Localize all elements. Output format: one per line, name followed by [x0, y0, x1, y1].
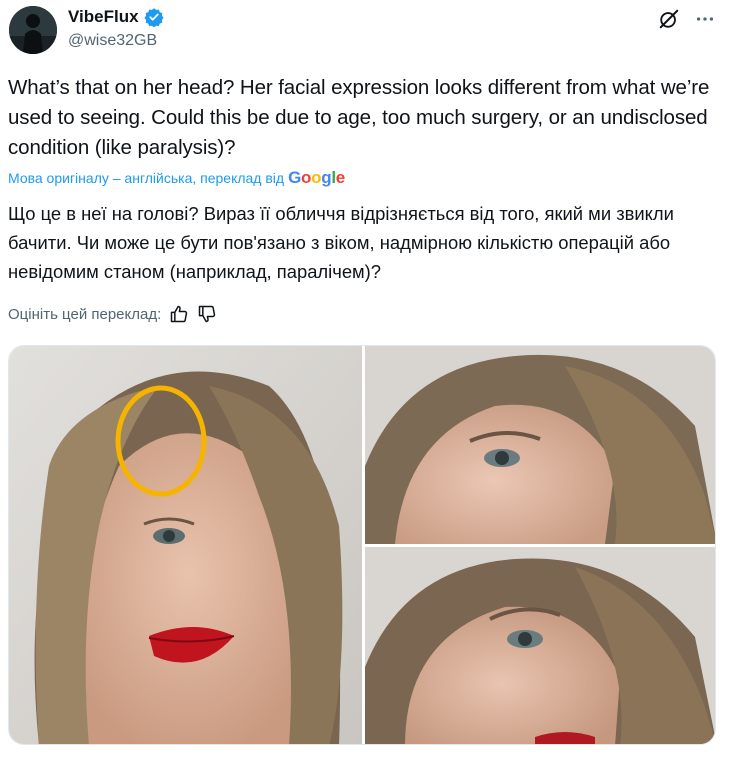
tweet-header: VibeFlux @wise32GB: [0, 0, 729, 64]
verified-badge-icon: [143, 8, 164, 27]
author-name-row[interactable]: VibeFlux: [68, 7, 164, 27]
thumbs-down-icon[interactable]: [197, 304, 217, 324]
tweet-image-3[interactable]: [365, 547, 715, 744]
rate-translation-row: Оцініть цей переклад:: [8, 304, 217, 324]
tweet-image-1[interactable]: [9, 346, 362, 744]
author-handle[interactable]: @wise32GB: [68, 32, 157, 50]
rate-translation-label: Оцініть цей переклад:: [8, 305, 162, 323]
translation-note-text[interactable]: Мова оригіналу – англійська, переклад ві…: [8, 170, 284, 186]
grok-icon[interactable]: [658, 8, 680, 30]
thumbs-up-icon[interactable]: [169, 304, 189, 324]
tweet-image-2[interactable]: [365, 346, 715, 544]
media-grid: [8, 345, 716, 745]
tweet-text: What’s that on her head? Her facial expr…: [8, 76, 710, 159]
translation-note[interactable]: Мова оригіналу – англійська, переклад ві…: [8, 168, 345, 188]
google-logo: Google: [288, 168, 345, 187]
more-options-icon[interactable]: [694, 8, 716, 30]
avatar[interactable]: [9, 6, 57, 54]
translated-text: Що це в неї на голові? Вираз її обличчя …: [8, 203, 674, 282]
author-display-name[interactable]: VibeFlux: [68, 7, 139, 27]
